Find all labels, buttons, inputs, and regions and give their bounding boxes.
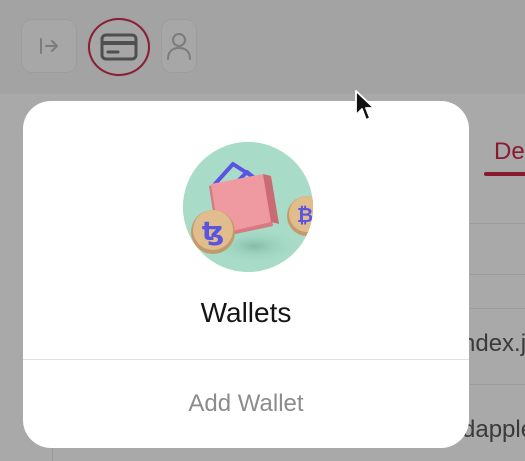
user-icon	[167, 33, 191, 60]
svg-text:₿: ₿	[297, 203, 313, 227]
wallet-with-coins-illustration: ꜩ ₿	[183, 142, 313, 272]
sidebar-expand-icon	[40, 38, 58, 54]
add-wallet-label: Add Wallet	[188, 390, 304, 417]
list-divider	[470, 308, 525, 309]
popup-title: Wallets	[200, 297, 292, 328]
tab-active-indicator	[484, 172, 525, 176]
mouse-cursor-icon	[355, 90, 375, 121]
tab-details[interactable]: De	[494, 138, 525, 166]
wallets-button[interactable]	[88, 18, 150, 76]
list-divider	[470, 274, 525, 275]
app-header	[0, 0, 525, 94]
profile-button[interactable]	[162, 20, 196, 72]
svg-text:ꜩ: ꜩ	[202, 217, 224, 247]
list-divider	[470, 384, 525, 385]
credit-card-icon	[100, 33, 138, 61]
add-wallet-button[interactable]: Add Wallet	[23, 360, 469, 448]
wallets-popup: ꜩ ₿ Wallets Add Wallet	[23, 101, 469, 448]
file-name[interactable]: ndex.j	[462, 330, 525, 358]
list-divider	[470, 223, 525, 224]
sidebar-toggle-button[interactable]	[22, 20, 76, 72]
